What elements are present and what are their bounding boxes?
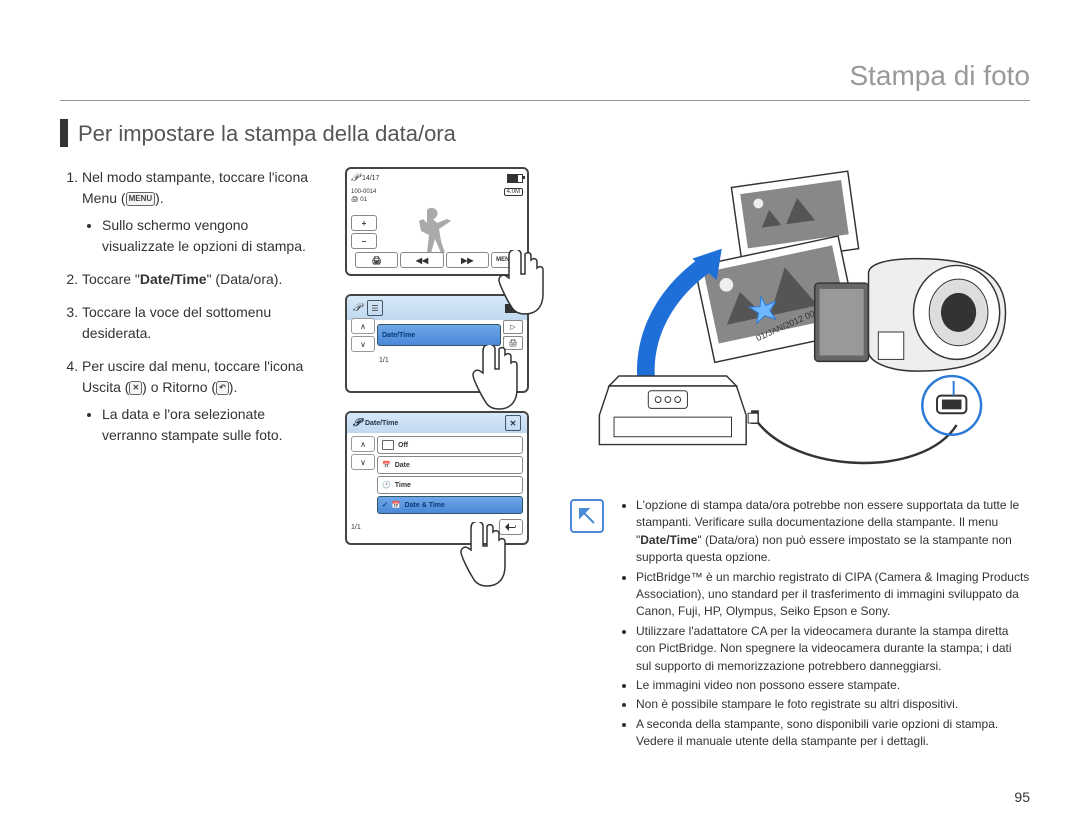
step-1: Nel modo stampante, toccare l'icona Menu… (82, 167, 315, 257)
minus-button[interactable]: − (351, 233, 377, 249)
option-label: Time (395, 482, 411, 489)
page-header: Stampa di foto (60, 60, 1030, 101)
print-mode-icon: 𝒫 (351, 172, 359, 185)
pager-text: 1/1 (351, 524, 361, 531)
option-date-time[interactable]: ✓ 📅 Date & Time (377, 496, 523, 514)
photo-thumbnail (407, 205, 467, 255)
menu-icon: MENU (126, 192, 156, 206)
menu-icon: ☰ (367, 300, 383, 316)
print-button[interactable]: 🖨 (355, 252, 398, 268)
note-item: Utilizzare l'adattatore CA per la videoc… (636, 623, 1030, 675)
camcorder-illustration (815, 259, 1006, 435)
section-title: Per impostare la stampa della data/ora (78, 119, 456, 147)
option-label: Off (398, 442, 408, 449)
step-list: Nel modo stampante, toccare l'icona Menu… (60, 167, 315, 446)
option-time[interactable]: 🕐 Time (377, 476, 523, 494)
submenu-title: Date/Time (365, 420, 398, 427)
option-off[interactable]: Off (377, 436, 523, 454)
step-3: Toccare la voce del sottomenu desiderata… (82, 302, 315, 344)
step-text: Nel modo stampante, toccare l'icona Menu… (82, 169, 308, 206)
step-text: ). (229, 379, 238, 395)
up-arrow-button[interactable]: ∧ (351, 436, 375, 452)
step-sub: Sullo schermo vengono visualizzate le op… (102, 215, 315, 257)
step-2: Toccare "Date/Time" (Data/ora). (82, 269, 315, 290)
down-arrow-button[interactable]: ∨ (351, 336, 375, 352)
note-item: PictBridge™ è un marchio registrato di C… (636, 569, 1030, 621)
item-label: Date/Time (382, 332, 415, 339)
option-date[interactable]: 📅 Date (377, 456, 523, 474)
resolution-badge: 4.0M (504, 188, 523, 196)
step-text: " (Data/ora). (207, 271, 283, 287)
note-item: A seconda della stampante, sono disponib… (636, 716, 1030, 751)
note-icon (570, 499, 604, 533)
step-text: Toccare " (82, 271, 140, 287)
step-text: ). (155, 190, 164, 206)
touch-hand-icon (455, 522, 510, 592)
option-label: Date & Time (405, 502, 445, 509)
page-number: 95 (1014, 789, 1030, 805)
step-bold: Date/Time (140, 271, 207, 287)
note-item: L'opzione di stampa data/ora potrebbe no… (636, 497, 1030, 567)
note-list: L'opzione di stampa data/ora potrebbe no… (618, 497, 1030, 752)
connection-diagram: 01/JAN/2012 00:00 (570, 167, 1030, 497)
battery-icon (507, 174, 523, 183)
time-icon: 🕐 (382, 481, 391, 489)
print-mode-icon: 𝒫 (353, 417, 361, 430)
up-arrow-button[interactable]: ∧ (351, 318, 375, 334)
date-time-item[interactable]: Date/Time (377, 324, 501, 346)
down-arrow-button[interactable]: ∨ (351, 454, 375, 470)
option-label: Date (395, 462, 410, 469)
note-item: Non è possibile stampare le foto registr… (636, 696, 1030, 713)
printer-illustration (599, 376, 759, 445)
file-number: 100-0014 (351, 189, 376, 195)
step-sub: La data e l'ora selezionate verranno sta… (102, 404, 315, 446)
check-icon: ✓ (382, 501, 388, 509)
copies-count: 01 (360, 197, 367, 203)
section-bar (60, 119, 68, 147)
off-icon (382, 440, 394, 450)
touch-hand-icon (493, 250, 548, 320)
notes-block: L'opzione di stampa data/ora potrebbe no… (570, 497, 1030, 752)
plus-button[interactable]: + (351, 215, 377, 231)
photo-counter: 14/17 (362, 175, 380, 182)
step-4: Per uscire dal menu, toccare l'icona Usc… (82, 356, 315, 446)
next-button[interactable]: ▶▶ (446, 252, 489, 268)
step-text: ) o Ritorno ( (142, 379, 216, 395)
close-icon: ✕ (129, 381, 142, 395)
date-icon: 📅 (382, 461, 391, 469)
datetime-icon: 📅 (392, 501, 401, 509)
note-item: Le immagini video non possono essere sta… (636, 677, 1030, 694)
sub-left-button[interactable]: ▷ (503, 320, 523, 334)
prev-button[interactable]: ◀◀ (400, 252, 443, 268)
pager-text: 1/1 (379, 357, 389, 364)
print-mode-icon: 𝒫 (353, 302, 361, 315)
close-button[interactable]: ✕ (505, 415, 521, 431)
section-title-block: Per impostare la stampa della data/ora (60, 119, 1030, 147)
return-icon: ↶ (216, 381, 229, 395)
touch-hand-icon (467, 345, 522, 415)
